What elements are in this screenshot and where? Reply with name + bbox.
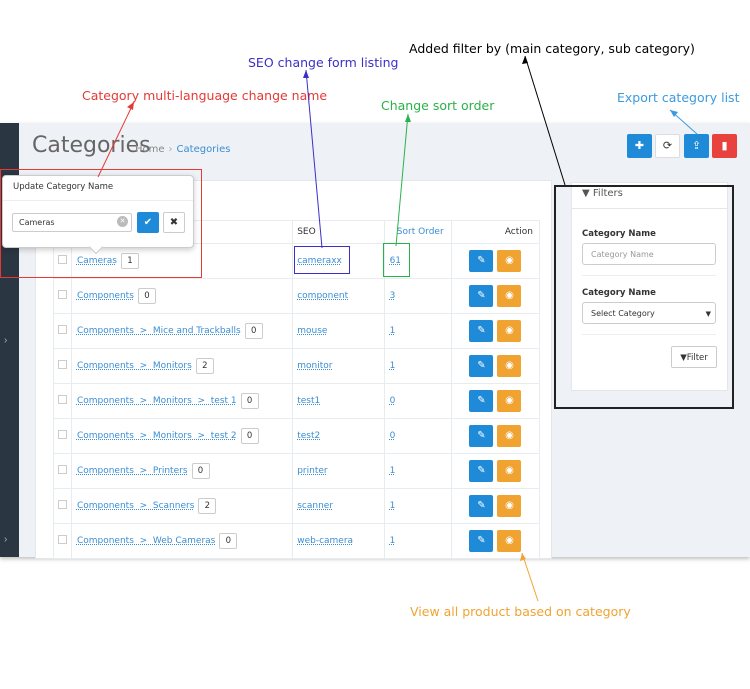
- annotation-view: View all product based on category: [410, 604, 631, 619]
- annotation-arrows: [97, 55, 698, 602]
